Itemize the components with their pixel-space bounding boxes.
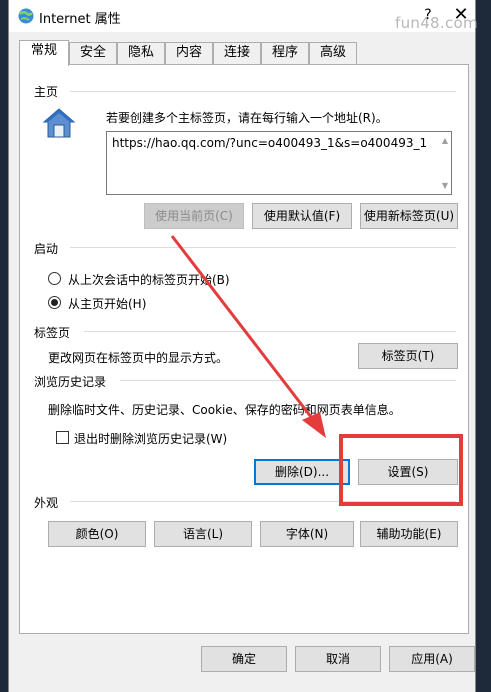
tabs-divider bbox=[84, 331, 456, 332]
scroll-down-icon[interactable]: ▼ bbox=[442, 181, 448, 190]
appearance-divider bbox=[70, 501, 456, 502]
tab-security[interactable]: 安全 bbox=[69, 42, 117, 64]
tabs-settings-button[interactable]: 标签页(T) bbox=[358, 343, 458, 369]
startup-section-label: 启动 bbox=[34, 240, 65, 257]
appearance-section-label: 外观 bbox=[34, 494, 65, 511]
tab-connections[interactable]: 连接 bbox=[213, 42, 261, 64]
languages-button[interactable]: 语言(L) bbox=[154, 521, 252, 547]
use-new-tab-button[interactable]: 使用新标签页(U) bbox=[360, 203, 458, 229]
radio-homepage-label: 从主页开始(H) bbox=[68, 297, 147, 311]
tabs-section-label: 标签页 bbox=[34, 324, 77, 341]
history-section-label: 浏览历史记录 bbox=[34, 373, 113, 390]
house-icon bbox=[42, 108, 76, 138]
fonts-button[interactable]: 字体(N) bbox=[260, 521, 354, 547]
cancel-button[interactable]: 取消 bbox=[295, 646, 381, 672]
homepage-url-textarea[interactable]: https://hao.qq.com/?unc=o400493_1&s=o400… bbox=[106, 131, 452, 195]
history-description: 删除临时文件、历史记录、Cookie、保存的密码和网页表单信息。 bbox=[48, 403, 401, 417]
general-tab-panel: 主页 若要创建多个主标签页，请在每行输入一个地址(R)。 https://hao… bbox=[19, 64, 469, 634]
scroll-up-icon[interactable]: ▲ bbox=[442, 136, 448, 145]
startup-divider bbox=[70, 247, 456, 248]
homepage-url-text: https://hao.qq.com/?unc=o400493_1&s=o400… bbox=[112, 136, 428, 150]
title-bar: Internet 属性 fun48.com ? ✕ bbox=[9, 0, 478, 32]
delete-on-exit-checkbox[interactable] bbox=[56, 431, 69, 444]
tab-programs[interactable]: 程序 bbox=[261, 42, 309, 64]
radio-last-session-label: 从上次会话中的标签页开始(B) bbox=[68, 273, 230, 287]
tab-general[interactable]: 常规 bbox=[19, 40, 69, 66]
tabs-description: 更改网页在标签页中的显示方式。 bbox=[48, 351, 229, 365]
radio-homepage[interactable] bbox=[48, 296, 61, 309]
radio-last-session[interactable] bbox=[48, 272, 61, 285]
tab-privacy[interactable]: 隐私 bbox=[117, 42, 165, 64]
tab-advanced[interactable]: 高级 bbox=[309, 42, 357, 64]
internet-properties-window: Internet 属性 fun48.com ? ✕ 常规 安全 隐私 内容 连接… bbox=[8, 0, 478, 692]
help-button[interactable]: ? bbox=[417, 4, 439, 26]
history-settings-button[interactable]: 设置(S) bbox=[358, 459, 458, 485]
delete-on-exit-label: 退出时删除浏览历史记录(W) bbox=[74, 432, 228, 446]
use-current-button[interactable]: 使用当前页(C) bbox=[144, 203, 244, 229]
history-divider bbox=[120, 380, 456, 381]
tab-content[interactable]: 内容 bbox=[165, 42, 213, 64]
colors-button[interactable]: 颜色(O) bbox=[48, 521, 146, 547]
close-button[interactable]: ✕ bbox=[449, 4, 473, 26]
delete-history-button[interactable]: 删除(D)... bbox=[254, 459, 350, 485]
homepage-divider bbox=[70, 91, 456, 92]
ok-button[interactable]: 确定 bbox=[201, 646, 287, 672]
use-default-button[interactable]: 使用默认值(F) bbox=[252, 203, 352, 229]
window-title: Internet 属性 bbox=[39, 12, 121, 27]
homepage-description: 若要创建多个主标签页，请在每行输入一个地址(R)。 bbox=[106, 111, 388, 125]
apply-button[interactable]: 应用(A) bbox=[389, 646, 475, 672]
accessibility-button[interactable]: 辅助功能(E) bbox=[360, 521, 458, 547]
homepage-section-label: 主页 bbox=[34, 83, 65, 100]
internet-globe-icon bbox=[18, 8, 34, 24]
